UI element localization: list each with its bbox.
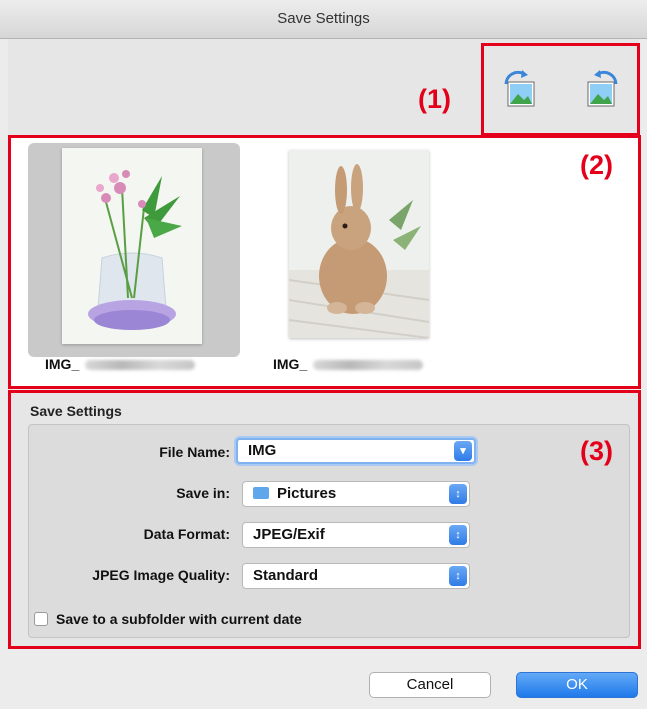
data-format-label: Data Format: (143, 526, 230, 542)
thumbnail-2[interactable] (288, 150, 430, 339)
subfolder-checkbox-label[interactable]: Save to a subfolder with current date (56, 611, 302, 627)
flower-photo (62, 148, 202, 344)
callout-3: (3) (580, 436, 613, 466)
rotate-right-icon (587, 70, 618, 107)
file-name-combobox[interactable]: IMG ▾ (236, 438, 476, 464)
chevron-down-icon[interactable]: ▾ (454, 441, 472, 461)
rotate-left-icon (504, 70, 535, 107)
jpeg-quality-value: Standard (253, 567, 319, 584)
updown-arrows-icon: ↕ (449, 566, 467, 586)
thumbnail-2-label: IMG_ (273, 356, 424, 372)
jpeg-quality-select[interactable]: Standard ↕ (242, 563, 470, 589)
rotate-left-button[interactable] (498, 68, 542, 112)
updown-arrows-icon: ↕ (449, 484, 467, 504)
ok-button[interactable]: OK (516, 672, 638, 698)
jpeg-quality-label: JPEG Image Quality: (92, 567, 230, 583)
callout-2: (2) (580, 150, 613, 180)
file-name-value: IMG (248, 442, 277, 459)
cancel-button[interactable]: Cancel (369, 672, 491, 698)
save-in-select[interactable]: Pictures ↕ (242, 481, 470, 507)
rabbit-photo (288, 150, 430, 339)
rotate-right-button[interactable] (580, 68, 624, 112)
folder-icon (253, 487, 269, 499)
thumbnail-1[interactable] (62, 148, 202, 344)
data-format-select[interactable]: JPEG/Exif ↕ (242, 522, 470, 548)
data-format-value: JPEG/Exif (253, 526, 325, 543)
filename-blur (85, 360, 196, 371)
save-in-value: Pictures (277, 485, 337, 502)
thumbnail-1-label: IMG_ (45, 356, 196, 372)
section-title: Save Settings (30, 403, 122, 419)
subfolder-checkbox[interactable] (34, 612, 48, 626)
save-in-label: Save in: (176, 485, 230, 501)
callout-1: (1) (418, 84, 451, 114)
filename-blur (313, 360, 424, 371)
file-name-label: File Name: (159, 444, 230, 460)
window-title: Save Settings (0, 0, 647, 39)
updown-arrows-icon: ↕ (449, 525, 467, 545)
